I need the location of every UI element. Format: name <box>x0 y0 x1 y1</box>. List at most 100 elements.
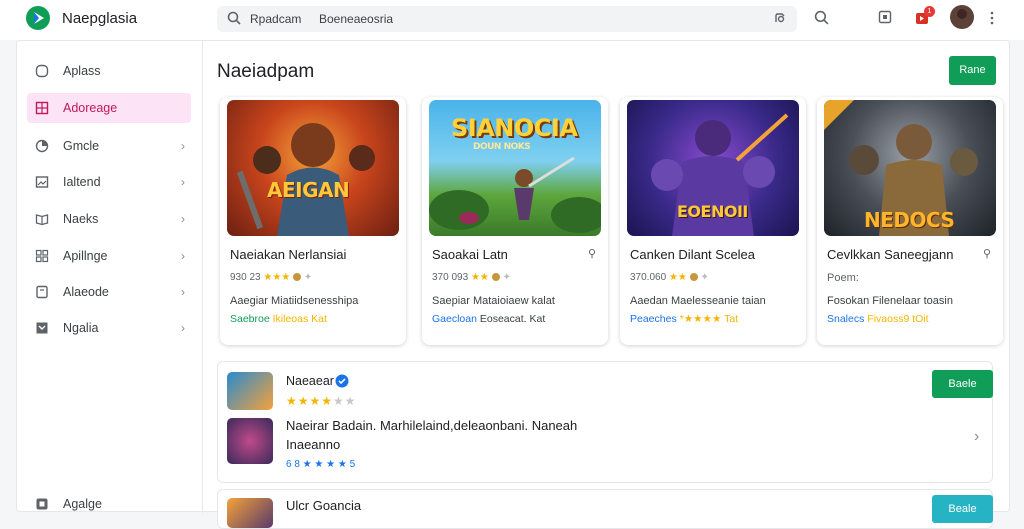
chevron-right-icon: › <box>181 139 185 153</box>
card-title: Canken Dilant Scelea <box>630 247 756 262</box>
image-icon <box>35 176 49 188</box>
game-card[interactable]: AEIGAN Naeiakan Nerlansiai 930 23 ★★★ ✦ … <box>220 97 406 345</box>
chevron-right-icon[interactable]: › <box>974 428 979 446</box>
sidebar-item-7[interactable]: Ngalia › <box>27 313 191 343</box>
card-title: Naeiakan Nerlansiai <box>230 247 347 262</box>
sidebar-item-3[interactable]: Ialtend › <box>27 167 191 197</box>
card-art-subtext: DOUN NOKS <box>473 142 531 152</box>
card-footer: Peaeches *★★★★ Tat <box>630 313 739 325</box>
card-art-text: NEDOCS <box>864 208 955 232</box>
chevron-right-icon: › <box>181 175 185 189</box>
sidebar: Aplass Adoreage Gmcle › Ialtend › Naeks … <box>17 41 203 513</box>
verified-icon <box>335 374 349 388</box>
list-item[interactable]: Ulcr Goancia Beale <box>217 489 993 529</box>
list-thumbnail[interactable] <box>227 418 273 464</box>
search-icon[interactable] <box>814 10 829 25</box>
game-card-artwork[interactable]: SIANOCIA DOUN NOKS <box>429 100 601 236</box>
coin-icon <box>689 273 698 282</box>
card-footer: Saebroe Ikileoas Kat <box>230 313 327 325</box>
rating-stars-icon: ★★★★★★ <box>286 394 357 408</box>
card-description: Saepiar Mataioiaew kalat <box>432 295 555 307</box>
card-art-text: AEIGAN <box>267 178 350 202</box>
circle-icon <box>35 64 49 78</box>
window-icon[interactable] <box>878 10 892 24</box>
sidebar-item-0[interactable]: Aplass <box>27 56 191 86</box>
sidebar-item-label: Agalge <box>63 497 102 511</box>
apps-icon <box>35 249 49 263</box>
chart-icon <box>35 139 49 153</box>
top-bar: Naepglasia Rpadcam Boeneaeosria 1 <box>0 0 1024 40</box>
sidebar-item-label: Apillnge <box>63 249 108 263</box>
rating-stars-icon: ★★ <box>470 272 489 283</box>
app-shell: Aplass Adoreage Gmcle › Ialtend › Naeks … <box>16 40 1010 529</box>
list-item-title: Naeaear <box>286 374 334 388</box>
chevron-right-icon: › <box>181 212 185 226</box>
sidebar-item-label: Ialtend <box>63 175 101 189</box>
sidebar-item-label: Naeks <box>63 212 99 226</box>
card-art-text: EOENOII <box>677 202 748 221</box>
page-title: Naeiadpam <box>217 61 315 82</box>
flag-icon <box>36 322 48 334</box>
chevron-right-icon: › <box>181 285 185 299</box>
card-footer: Gaecloan Eoseacat. Kat <box>432 313 546 325</box>
card-description: Aaegiar Miatiidsenesshipa <box>230 295 359 307</box>
tag-icon <box>36 285 48 299</box>
header-action-button[interactable]: Rane <box>949 56 996 85</box>
list-item[interactable]: Naeaear ★★★★★★ Naeirar Badain. Marhilela… <box>217 361 993 483</box>
coin-icon <box>491 273 500 282</box>
sidebar-item-label: Aplass <box>63 64 101 78</box>
book-icon <box>35 214 49 226</box>
game-card-artwork[interactable]: EOENOII <box>627 100 799 236</box>
sidebar-item-label: Ngalia <box>63 321 99 335</box>
game-card[interactable]: NEDOCS Cevlkkan Saneegjann ⚲ Poem: Fosok… <box>817 97 1003 345</box>
card-meta: Poem: <box>827 272 859 284</box>
lens-icon[interactable] <box>773 11 787 25</box>
sidebar-item-8[interactable]: Agalge <box>27 489 191 519</box>
rating-stars-icon: ★★★ <box>263 272 291 283</box>
play-logo-icon[interactable] <box>26 6 50 30</box>
card-meta: 370 093 ★★ ✦ <box>432 272 511 283</box>
sidebar-item-1[interactable]: Adoreage <box>27 93 191 123</box>
coin-icon <box>293 273 302 282</box>
search-icon[interactable]: ⚲ <box>983 247 991 260</box>
list-item-title: Ulcr Goancia <box>286 498 362 513</box>
sidebar-item-6[interactable]: Alaeode › <box>27 277 191 307</box>
chevron-right-icon: › <box>181 321 185 335</box>
sidebar-item-2[interactable]: Gmcle › <box>27 131 191 161</box>
game-card-artwork[interactable]: NEDOCS <box>824 100 996 236</box>
list-item-description-2: Inaeanno <box>286 437 341 452</box>
grid-icon <box>35 101 49 115</box>
avatar[interactable] <box>950 5 974 29</box>
search-icon[interactable]: ⚲ <box>588 247 596 260</box>
card-meta: 930 23 ★★★ ✦ <box>230 272 313 283</box>
list-item-description: Naeirar Badain. Marhilelaind,deleaonbani… <box>286 418 578 433</box>
chevron-right-icon: › <box>181 249 185 263</box>
list-thumbnail[interactable] <box>227 372 273 410</box>
search-query-secondary[interactable]: Boeneaeosria <box>319 12 393 26</box>
install-button[interactable]: Beale <box>932 495 993 523</box>
more-vert-icon[interactable] <box>988 10 996 26</box>
hero-artwork-icon <box>236 123 375 236</box>
app-title: Naepglasia <box>62 10 138 27</box>
sidebar-item-4[interactable]: Naeks › <box>27 204 191 234</box>
card-meta: 370.060 ★★ ✦ <box>630 272 709 283</box>
game-card-artwork[interactable]: AEIGAN <box>227 100 399 236</box>
search-bar[interactable]: Rpadcam Boeneaeosria <box>217 6 797 32</box>
sidebar-item-5[interactable]: Apillnge › <box>27 241 191 271</box>
list-item-meta: 6 8 ★ ★ ★ ★ 5 <box>286 459 356 470</box>
search-icon <box>227 11 241 25</box>
install-button[interactable]: Baele <box>932 370 993 398</box>
sidebar-item-label: Alaeode <box>63 285 109 299</box>
notification-badge: 1 <box>924 6 935 17</box>
game-card[interactable]: SIANOCIA DOUN NOKS Saoakai Latn ⚲ 370 09… <box>422 97 608 345</box>
sidebar-item-label: Adoreage <box>63 101 118 115</box>
card-title: Saoakai Latn <box>432 247 508 262</box>
game-card[interactable]: EOENOII Canken Dilant Scelea 370.060 ★★ … <box>620 97 806 345</box>
card-footer: Snalecs Fivaoss9 tOit <box>827 313 929 325</box>
card-description: Fosokan Filenelaar toasin <box>827 295 953 307</box>
sidebar-item-label: Gmcle <box>63 139 100 153</box>
card-title: Cevlkkan Saneegjann <box>827 247 954 262</box>
search-query[interactable]: Rpadcam <box>250 12 301 26</box>
list-thumbnail[interactable] <box>227 498 273 528</box>
gift-icon <box>36 498 48 510</box>
